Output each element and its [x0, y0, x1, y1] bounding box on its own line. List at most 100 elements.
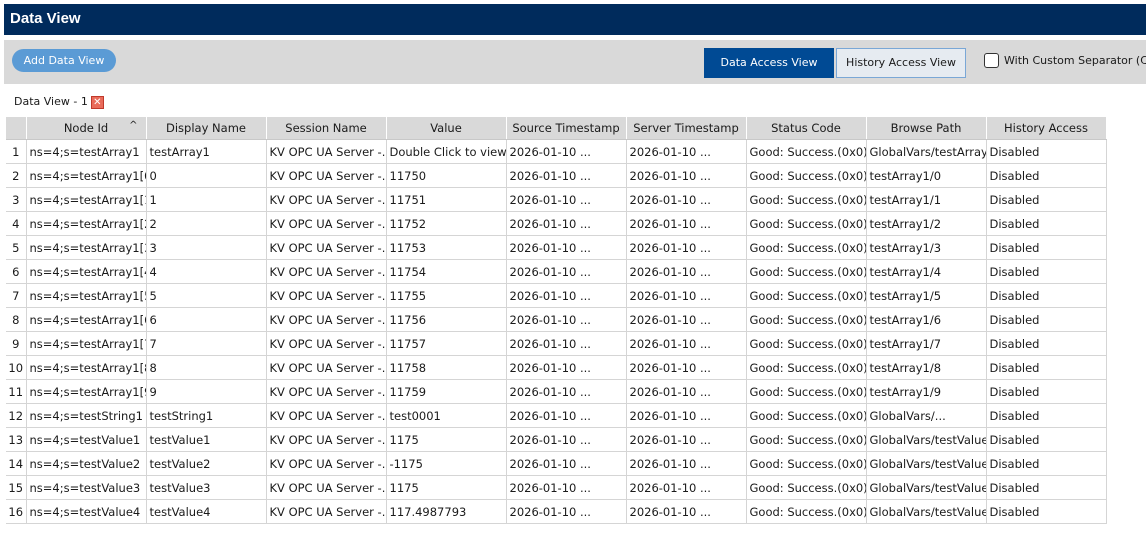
- display-name-cell[interactable]: testValue4: [146, 499, 267, 524]
- session-name-cell[interactable]: KV OPC UA Server -...: [266, 283, 387, 308]
- display-name-cell[interactable]: 0: [146, 163, 267, 188]
- server-timestamp-cell[interactable]: 2026-01-10 ...: [626, 355, 747, 380]
- history-access-cell[interactable]: Disabled: [986, 499, 1107, 524]
- status-code-cell[interactable]: Good: Success.(0x0): [746, 139, 867, 164]
- display-name-cell[interactable]: testValue3: [146, 475, 267, 500]
- server-timestamp-cell[interactable]: 2026-01-10 ...: [626, 403, 747, 428]
- history-access-cell[interactable]: Disabled: [986, 475, 1107, 500]
- session-name-cell[interactable]: KV OPC UA Server -...: [266, 475, 387, 500]
- browse-path-cell[interactable]: GlobalVars/testValue3: [866, 475, 987, 500]
- session-name-cell[interactable]: KV OPC UA Server -...: [266, 403, 387, 428]
- history-access-cell[interactable]: Disabled: [986, 403, 1107, 428]
- close-icon[interactable]: ✕: [90, 95, 104, 109]
- node-id-cell[interactable]: ns=4;s=testString1: [26, 403, 147, 428]
- history-access-view-button[interactable]: History Access View: [836, 48, 966, 78]
- status-code-cell[interactable]: Good: Success.(0x0): [746, 259, 867, 284]
- node-id-cell[interactable]: ns=4;s=testArray1[0]: [26, 163, 147, 188]
- source-timestamp-cell[interactable]: 2026-01-10 ...: [506, 355, 627, 380]
- table-row[interactable]: 11 ns=4;s=testArray1[9] 9 KV OPC UA Server …: [6, 379, 1107, 404]
- browse-path-cell[interactable]: testArray1/6: [866, 307, 987, 332]
- display-name-cell[interactable]: testArray1: [146, 139, 267, 164]
- history-access-cell[interactable]: Disabled: [986, 163, 1107, 188]
- session-name-cell[interactable]: KV OPC UA Server -...: [266, 139, 387, 164]
- table-row[interactable]: 2 ns=4;s=testArray1[0] 0 KV OPC UA Server -…: [6, 163, 1107, 188]
- value-cell[interactable]: 117.4987793: [386, 499, 507, 524]
- table-row[interactable]: 9 ns=4;s=testArray1[7] 7 KV OPC UA Server -…: [6, 331, 1107, 356]
- source-timestamp-cell[interactable]: 2026-01-10 ...: [506, 187, 627, 212]
- session-name-cell[interactable]: KV OPC UA Server -...: [266, 499, 387, 524]
- source-timestamp-cell[interactable]: 2026-01-10 ...: [506, 379, 627, 404]
- table-row[interactable]: 4 ns=4;s=testArray1[2] 2 KV OPC UA Server -…: [6, 211, 1107, 236]
- source-timestamp-cell[interactable]: 2026-01-10 ...: [506, 403, 627, 428]
- browse-path-cell[interactable]: testArray1/5: [866, 283, 987, 308]
- source-timestamp-cell[interactable]: 2026-01-10 ...: [506, 427, 627, 452]
- status-code-cell[interactable]: Good: Success.(0x0): [746, 307, 867, 332]
- server-timestamp-cell[interactable]: 2026-01-10 ...: [626, 259, 747, 284]
- source-timestamp-cell[interactable]: 2026-01-10 ...: [506, 259, 627, 284]
- display-name-cell[interactable]: 4: [146, 259, 267, 284]
- table-row[interactable]: 16 ns=4;s=testValue4 testValue4 KV OPC UA S…: [6, 499, 1107, 524]
- session-name-cell[interactable]: KV OPC UA Server -...: [266, 331, 387, 356]
- value-cell[interactable]: 1175: [386, 427, 507, 452]
- source-timestamp-cell[interactable]: 2026-01-10 ...: [506, 307, 627, 332]
- session-name-cell[interactable]: KV OPC UA Server -...: [266, 355, 387, 380]
- history-access-cell[interactable]: Disabled: [986, 283, 1107, 308]
- history-access-cell[interactable]: Disabled: [986, 211, 1107, 236]
- node-id-cell[interactable]: ns=4;s=testArray1[7]: [26, 331, 147, 356]
- browse-path-cell[interactable]: GlobalVars/testValue2: [866, 451, 987, 476]
- session-name-cell[interactable]: KV OPC UA Server -...: [266, 187, 387, 212]
- server-timestamp-cell[interactable]: 2026-01-10 ...: [626, 427, 747, 452]
- column-header-session-name[interactable]: Session Name: [266, 117, 387, 140]
- data-access-view-button[interactable]: Data Access View: [704, 48, 834, 78]
- source-timestamp-cell[interactable]: 2026-01-10 ...: [506, 211, 627, 236]
- value-cell[interactable]: 11754: [386, 259, 507, 284]
- source-timestamp-cell[interactable]: 2026-01-10 ...: [506, 283, 627, 308]
- session-name-cell[interactable]: KV OPC UA Server -...: [266, 307, 387, 332]
- browse-path-cell[interactable]: testArray1/2: [866, 211, 987, 236]
- history-access-cell[interactable]: Disabled: [986, 139, 1107, 164]
- custom-separator-checkbox[interactable]: [984, 53, 999, 68]
- value-cell[interactable]: 11751: [386, 187, 507, 212]
- browse-path-cell[interactable]: testArray1/8: [866, 355, 987, 380]
- column-header-server-timestamp[interactable]: Server Timestamp: [626, 117, 747, 140]
- node-id-cell[interactable]: ns=4;s=testValue2: [26, 451, 147, 476]
- history-access-cell[interactable]: Disabled: [986, 355, 1107, 380]
- server-timestamp-cell[interactable]: 2026-01-10 ...: [626, 235, 747, 260]
- column-header-browse-path[interactable]: Browse Path: [866, 117, 987, 140]
- status-code-cell[interactable]: Good: Success.(0x0): [746, 211, 867, 236]
- server-timestamp-cell[interactable]: 2026-01-10 ...: [626, 331, 747, 356]
- browse-path-cell[interactable]: GlobalVars/testValue4: [866, 499, 987, 524]
- history-access-cell[interactable]: Disabled: [986, 379, 1107, 404]
- source-timestamp-cell[interactable]: 2026-01-10 ...: [506, 163, 627, 188]
- table-row[interactable]: 6 ns=4;s=testArray1[4] 4 KV OPC UA Server -…: [6, 259, 1107, 284]
- server-timestamp-cell[interactable]: 2026-01-10 ...: [626, 307, 747, 332]
- browse-path-cell[interactable]: GlobalVars/testValue1: [866, 427, 987, 452]
- status-code-cell[interactable]: Good: Success.(0x0): [746, 283, 867, 308]
- session-name-cell[interactable]: KV OPC UA Server -...: [266, 259, 387, 284]
- value-cell[interactable]: -1175: [386, 451, 507, 476]
- value-cell[interactable]: 11757: [386, 331, 507, 356]
- value-cell[interactable]: test0001: [386, 403, 507, 428]
- history-access-cell[interactable]: Disabled: [986, 451, 1107, 476]
- server-timestamp-cell[interactable]: 2026-01-10 ...: [626, 499, 747, 524]
- session-name-cell[interactable]: KV OPC UA Server -...: [266, 451, 387, 476]
- column-header-source-timestamp[interactable]: Source Timestamp: [506, 117, 627, 140]
- column-header-status-code[interactable]: Status Code: [746, 117, 867, 140]
- browse-path-cell[interactable]: GlobalVars/...: [866, 403, 987, 428]
- node-id-cell[interactable]: ns=4;s=testArray1[4]: [26, 259, 147, 284]
- browse-path-cell[interactable]: testArray1/1: [866, 187, 987, 212]
- display-name-cell[interactable]: 7: [146, 331, 267, 356]
- node-id-cell[interactable]: ns=4;s=testArray1: [26, 139, 147, 164]
- value-cell[interactable]: 11759: [386, 379, 507, 404]
- session-name-cell[interactable]: KV OPC UA Server -...: [266, 427, 387, 452]
- status-code-cell[interactable]: Good: Success.(0x0): [746, 235, 867, 260]
- browse-path-cell[interactable]: testArray1/0: [866, 163, 987, 188]
- value-cell[interactable]: 11752: [386, 211, 507, 236]
- tab-data-view-1[interactable]: Data View - 1 ✕: [6, 92, 108, 112]
- status-code-cell[interactable]: Good: Success.(0x0): [746, 379, 867, 404]
- session-name-cell[interactable]: KV OPC UA Server -...: [266, 235, 387, 260]
- history-access-cell[interactable]: Disabled: [986, 331, 1107, 356]
- server-timestamp-cell[interactable]: 2026-01-10 ...: [626, 139, 747, 164]
- server-timestamp-cell[interactable]: 2026-01-10 ...: [626, 283, 747, 308]
- session-name-cell[interactable]: KV OPC UA Server -...: [266, 163, 387, 188]
